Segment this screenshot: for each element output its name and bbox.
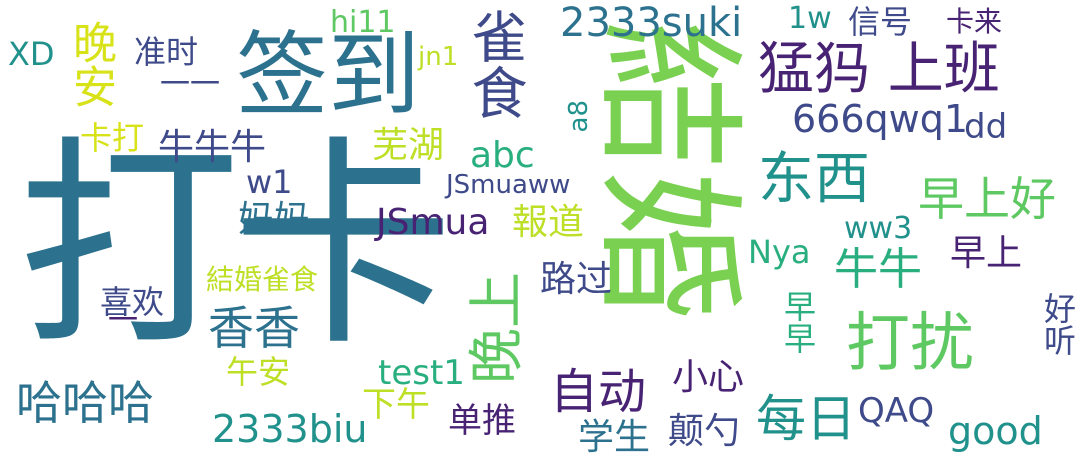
- word-ww3: ww3: [844, 211, 913, 246]
- word-mengma-shangban: 猛犸 上班: [758, 37, 1000, 102]
- word-zaozao: 早早: [779, 290, 817, 354]
- word-baodao: 報道: [512, 202, 585, 243]
- word-cloud: 打卡 結婚 签到 猛犸 上班 雀食 晚安 晚上 打扰 东西 早上好 香香 哈哈哈…: [0, 0, 1080, 463]
- word-666qwq1: 666qwq1: [792, 97, 969, 141]
- word-abc: abc: [470, 135, 535, 176]
- word-xiangxiang: 香香: [208, 301, 300, 355]
- word-zaoshang: 早上: [950, 233, 1023, 274]
- word-hi11: hi11: [330, 5, 396, 40]
- word-luguo: 路过: [540, 259, 613, 300]
- word-zhunshi: 准时: [134, 33, 199, 71]
- word-xinhao: 信号: [848, 3, 913, 41]
- word-jn1: jn1: [418, 42, 459, 72]
- word-dantui: 单推: [448, 401, 516, 441]
- word-2333biu: 2333biu: [212, 407, 368, 451]
- word-yi: 一: [108, 303, 138, 338]
- word-zidong: 自动: [550, 364, 647, 420]
- word-a8: a8: [564, 100, 594, 133]
- word-haoting: 好听: [1039, 292, 1077, 356]
- word-nya: Nya: [748, 233, 811, 271]
- word-meiri: 每日: [756, 390, 856, 448]
- word-w1: w1: [246, 163, 293, 201]
- word-queshi: 雀食: [462, 8, 527, 120]
- word-niuniu: 牛牛: [834, 244, 922, 295]
- word-yiyi: 一一: [160, 67, 220, 102]
- word-good: good: [948, 409, 1043, 453]
- word-xd: XD: [8, 35, 55, 73]
- word-dianshao: 颠勺: [668, 411, 741, 452]
- word-wanan: 晚安: [65, 20, 116, 108]
- word-kada: 卡打: [80, 119, 145, 157]
- word-wanshang: 晚上: [465, 272, 530, 384]
- word-dongxi: 东西: [758, 147, 870, 212]
- word-qaq: QAQ: [858, 391, 935, 431]
- word-jsmua: JSmua: [376, 202, 490, 243]
- word-xuesheng: 学生: [578, 417, 651, 458]
- word-niuniuniu: 牛牛牛: [158, 127, 267, 168]
- word-dd: dd: [964, 107, 1008, 147]
- word-1w: 1w: [788, 1, 832, 36]
- word-wuhu: 芜湖: [372, 125, 445, 166]
- word-qiandao: 签到: [236, 22, 421, 129]
- word-jiehun-queshi: 結婚雀食: [206, 263, 319, 296]
- word-darao: 打扰: [846, 307, 974, 381]
- word-hahaha: 哈哈哈: [16, 376, 154, 430]
- word-xiawu: 下午: [362, 385, 430, 425]
- word-zaoshanghao: 早上好: [918, 172, 1056, 226]
- word-wuan: 午安: [226, 353, 291, 391]
- word-kalai: 卡来: [946, 5, 1003, 38]
- word-2333suki: 2333suki: [560, 0, 743, 46]
- word-xiaoxin: 小心: [672, 357, 745, 398]
- word-jiehun: 結婚: [580, 20, 754, 321]
- word-mama: 妈妈: [238, 199, 311, 240]
